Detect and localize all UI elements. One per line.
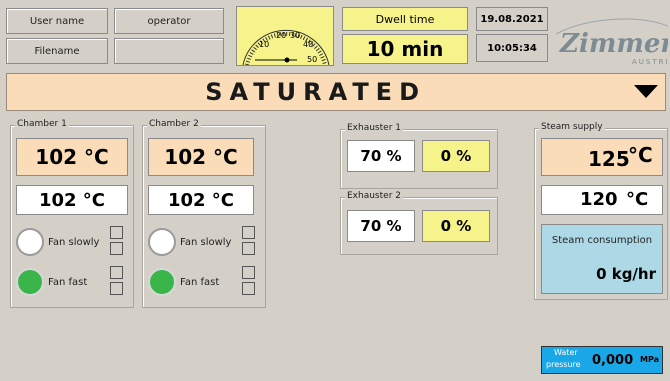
gauge-tick-40: 40 xyxy=(303,40,313,49)
chamber2-fan-fast-label: Fan fast xyxy=(180,277,220,288)
steam-consumption-panel: Steam consumption 0 kg/hr xyxy=(541,224,663,294)
chamber2-fan-slowly-box-2 xyxy=(242,242,255,255)
steam-setpoint[interactable]: 125 °C xyxy=(541,138,663,176)
steam-consumption-value: 0 kg/hr xyxy=(596,265,656,283)
chamber2-fan-fast-box-2 xyxy=(242,282,255,295)
date-display: 19.08.2021 xyxy=(476,7,548,31)
time-display: 10:05:34 xyxy=(476,34,548,62)
chamber1-fan-slowly-indicator[interactable] xyxy=(16,228,44,256)
user-name-label: User name xyxy=(6,8,108,34)
steam-actual: 120 °C xyxy=(541,185,663,215)
chamber1-fan-fast-label: Fan fast xyxy=(48,277,88,288)
gauge-tick-30: 30 xyxy=(290,31,300,40)
chevron-down-icon xyxy=(634,85,658,98)
exhauster1-title: Exhauster 1 xyxy=(345,123,403,133)
gauge-dial-icon: 10 20 30 40 50 xyxy=(242,29,330,65)
exhauster1-setpoint[interactable]: 70 % xyxy=(347,140,415,172)
steam-setpoint-unit: °C xyxy=(628,143,653,167)
dwell-time-label: Dwell time xyxy=(342,7,468,31)
water-pressure-panel: Water pressure 0,000 MPa xyxy=(541,346,663,374)
chamber1-setpoint[interactable]: 102 °C xyxy=(16,138,128,176)
steam-actual-value: 120 xyxy=(580,189,618,210)
steam-setpoint-value: 125 xyxy=(588,147,630,171)
gauge-tick-10: 10 xyxy=(259,40,269,49)
exhauster2-title: Exhauster 2 xyxy=(345,191,403,201)
steam-supply-title: Steam supply xyxy=(539,122,605,132)
chamber2-actual: 102 °C xyxy=(148,185,254,215)
chamber2-fan-slowly-indicator[interactable] xyxy=(148,228,176,256)
chamber1-title: Chamber 1 xyxy=(15,119,69,129)
mode-banner-text: SATURATED xyxy=(205,78,426,106)
chamber2-title: Chamber 2 xyxy=(147,119,201,129)
mode-dropdown-button[interactable] xyxy=(630,78,662,106)
pressure-gauge: 10 20 30 40 50 xyxy=(236,6,334,66)
steam-actual-unit: °C xyxy=(626,189,649,210)
chamber1-fan-fast-box-2 xyxy=(110,282,123,295)
chamber1-actual: 102 °C xyxy=(16,185,128,215)
dwell-time-value: 10 min xyxy=(342,34,468,64)
water-pressure-unit: MPa xyxy=(640,355,660,364)
filename-label: Filename xyxy=(6,38,108,64)
chamber2-fan-fast-indicator[interactable] xyxy=(148,268,176,296)
user-name-value: operator xyxy=(114,8,224,34)
filename-value xyxy=(114,38,224,64)
chamber1-fan-slowly-box-1 xyxy=(110,226,123,239)
gauge-tick-20: 20 xyxy=(276,31,286,40)
chamber1-fan-slowly-box-2 xyxy=(110,242,123,255)
chamber2-fan-fast-box-1 xyxy=(242,266,255,279)
zimmer-logo: Zimmer AUSTRIA xyxy=(555,8,670,66)
chamber2-fan-slowly-label: Fan slowly xyxy=(180,237,232,248)
chamber2-setpoint[interactable]: 102 °C xyxy=(148,138,254,176)
exhauster2-actual: 0 % xyxy=(422,210,490,242)
water-pressure-value: 0,000 xyxy=(592,353,634,368)
water-pressure-label-line2: pressure xyxy=(546,360,581,369)
exhauster1-actual: 0 % xyxy=(422,140,490,172)
steam-consumption-label: Steam consumption xyxy=(551,235,653,246)
chamber1-fan-slowly-label: Fan slowly xyxy=(48,237,100,248)
svg-text:AUSTRIA: AUSTRIA xyxy=(632,58,668,66)
gauge-tick-50: 50 xyxy=(307,55,317,64)
chamber1-fan-fast-indicator[interactable] xyxy=(16,268,44,296)
exhauster2-setpoint[interactable]: 70 % xyxy=(347,210,415,242)
svg-text:Zimmer: Zimmer xyxy=(559,29,668,59)
water-pressure-label-line1: Water xyxy=(554,348,578,357)
chamber1-fan-fast-box-1 xyxy=(110,266,123,279)
chamber2-fan-slowly-box-1 xyxy=(242,226,255,239)
